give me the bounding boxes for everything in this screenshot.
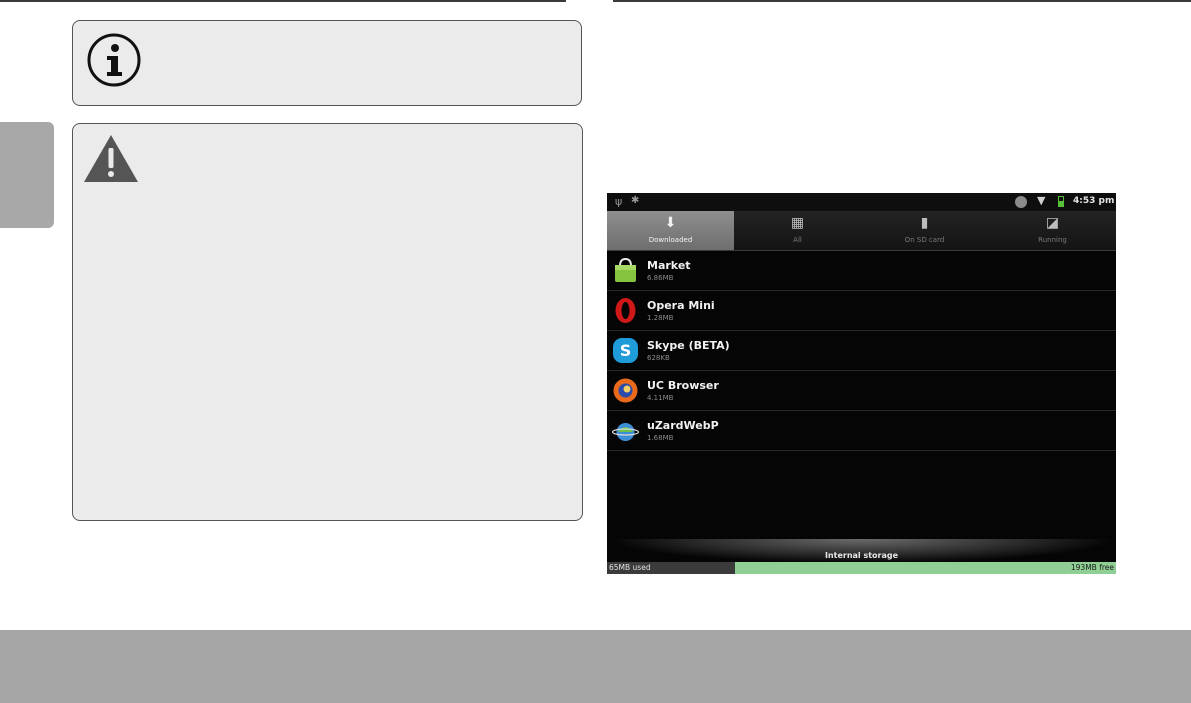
tab-label: Downloaded xyxy=(648,236,693,244)
app-filter-tabs: ⬇ Downloaded ▦ All ▮ On SD card ◪ Runnin… xyxy=(607,211,1116,251)
tab-label: Running xyxy=(1038,236,1067,244)
opera-icon xyxy=(615,298,636,323)
uzard-icon xyxy=(612,423,639,441)
download-icon: ⬇ xyxy=(664,215,677,231)
app-row-market[interactable]: Market 6.86MB xyxy=(607,251,1116,291)
note-box xyxy=(72,20,582,106)
storage-bar: 65MB used 193MB free xyxy=(607,562,1116,574)
heading-underline xyxy=(108,0,244,2)
app-name: Opera Mini xyxy=(647,299,715,312)
warning-icon xyxy=(84,135,138,182)
app-size: 1.68MB xyxy=(647,434,674,442)
grid-icon: ▦ xyxy=(790,215,805,231)
market-icon xyxy=(615,257,636,282)
uc-browser-icon xyxy=(613,378,638,403)
tab-on-sd-card[interactable]: ▮ On SD card xyxy=(861,211,988,250)
tab-label: On SD card xyxy=(904,236,945,244)
app-size: 4.11MB xyxy=(647,394,674,402)
app-name: Skype (BETA) xyxy=(647,339,730,352)
status-time: 4:53 pm xyxy=(1073,196,1115,206)
app-row-uzardwebp[interactable]: uZardWebP 1.68MB xyxy=(607,411,1116,451)
internal-storage: Internal storage 65MB used 193MB free xyxy=(607,539,1116,574)
app-size: 6.86MB xyxy=(647,274,674,282)
skype-icon: S xyxy=(613,338,638,363)
tablet-screenshot: ψ ✱ ▼ 4:53 pm ⬇ Downloaded ▦ All ▮ On SD… xyxy=(607,193,1116,574)
wifi-icon: ▼ xyxy=(1037,194,1046,207)
running-icon: ◪ xyxy=(1045,215,1060,231)
app-row-uc-browser[interactable]: UC Browser 4.11MB xyxy=(607,371,1116,411)
app-name: uZardWebP xyxy=(647,419,719,432)
usb-icon: ψ xyxy=(615,195,623,208)
app-row-opera-mini[interactable]: Opera Mini 1.28MB xyxy=(607,291,1116,331)
section-side-tab xyxy=(0,122,54,228)
svg-text:S: S xyxy=(620,341,632,360)
footer-bar xyxy=(0,630,1191,703)
battery-icon xyxy=(1058,196,1064,207)
app-size: 628KB xyxy=(647,354,670,362)
app-size: 1.28MB xyxy=(647,314,674,322)
bug-icon: ✱ xyxy=(631,195,640,206)
top-rule xyxy=(0,0,1191,7)
tab-label: All xyxy=(793,236,802,244)
tab-all[interactable]: ▦ All xyxy=(734,211,861,250)
storage-title: Internal storage xyxy=(824,551,899,560)
globe-icon xyxy=(1015,196,1027,208)
status-bar: ψ ✱ ▼ 4:53 pm xyxy=(607,193,1116,211)
app-name: Market xyxy=(647,259,691,272)
info-icon xyxy=(87,33,141,87)
top-rule-left xyxy=(0,0,566,2)
top-rule-right xyxy=(613,0,1191,2)
storage-used-label: 65MB used xyxy=(609,563,651,572)
tab-downloaded[interactable]: ⬇ Downloaded xyxy=(607,211,734,250)
tab-running[interactable]: ◪ Running xyxy=(989,211,1116,250)
app-name: UC Browser xyxy=(647,379,719,392)
sd-card-icon: ▮ xyxy=(920,215,929,231)
storage-free-label: 193MB free xyxy=(1070,563,1114,572)
warning-box xyxy=(72,123,583,521)
app-row-skype[interactable]: S Skype (BETA) 628KB xyxy=(607,331,1116,371)
app-list: Market 6.86MB Opera Mini 1.28MB S Skype … xyxy=(607,251,1116,451)
